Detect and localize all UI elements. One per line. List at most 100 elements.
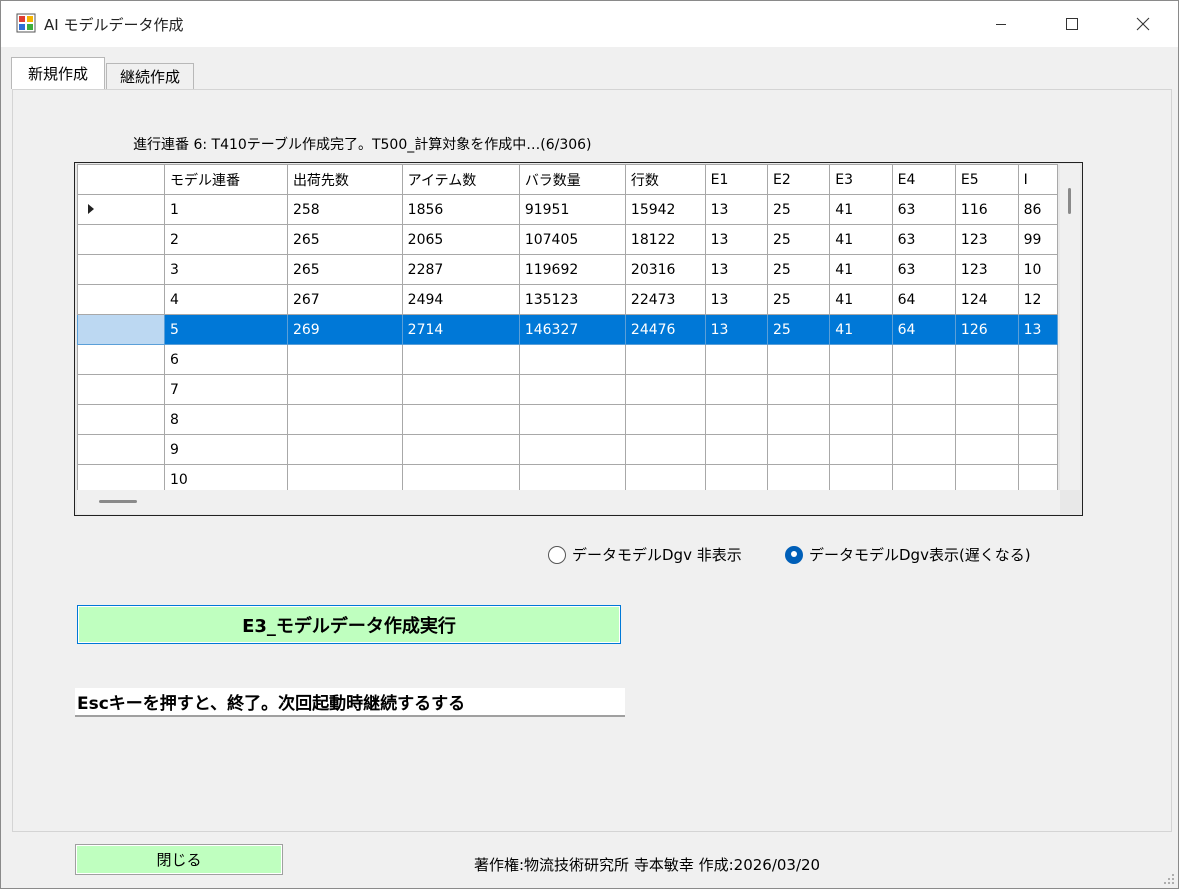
grid-cell[interactable]: 24476 bbox=[624, 314, 706, 345]
grid-cell[interactable]: 13 bbox=[704, 314, 768, 345]
grid-cell[interactable]: 107405 bbox=[518, 224, 626, 255]
grid-cell[interactable]: 13 bbox=[704, 194, 768, 225]
close-window-button[interactable] bbox=[1108, 1, 1178, 47]
grid-cell[interactable] bbox=[891, 434, 956, 465]
row-header[interactable] bbox=[77, 224, 165, 255]
grid-cell[interactable] bbox=[766, 404, 831, 435]
column-header[interactable]: 行数 bbox=[624, 164, 706, 195]
grid-cell[interactable] bbox=[766, 464, 831, 490]
row-header[interactable] bbox=[77, 434, 165, 465]
horizontal-scrollbar[interactable] bbox=[77, 490, 1060, 514]
column-header[interactable]: モデル連番 bbox=[163, 164, 288, 195]
grid-cell[interactable]: 265 bbox=[286, 224, 403, 255]
grid-cell[interactable] bbox=[954, 404, 1019, 435]
table-row[interactable]: 6 bbox=[77, 344, 1058, 375]
grid-cell[interactable] bbox=[518, 404, 626, 435]
grid-cell[interactable]: 15942 bbox=[624, 194, 706, 225]
grid-cell[interactable] bbox=[829, 374, 893, 405]
column-header[interactable]: E4 bbox=[891, 164, 956, 195]
table-row[interactable]: 7 bbox=[77, 374, 1058, 405]
grid-cell[interactable]: 116 bbox=[954, 194, 1019, 225]
radio-button-icon[interactable] bbox=[548, 545, 566, 564]
table-row[interactable]: 5 269 2714 146327 24476 13 25 41 64 126 13 bbox=[77, 314, 1058, 345]
grid-cell[interactable]: 9 bbox=[163, 434, 288, 465]
grid-cell[interactable] bbox=[518, 464, 626, 490]
vertical-scroll-thumb[interactable] bbox=[1068, 188, 1071, 214]
data-grid[interactable]: モデル連番 出荷先数 アイテム数 バラ数量 行数 E1 E2 E3 E4 E5 … bbox=[74, 162, 1083, 516]
column-header[interactable]: E1 bbox=[704, 164, 768, 195]
grid-cell[interactable] bbox=[891, 464, 956, 490]
table-row[interactable]: 2 265 2065 107405 18122 13 25 41 63 123 99 bbox=[77, 224, 1058, 255]
grid-cell[interactable] bbox=[286, 404, 403, 435]
maximize-button[interactable] bbox=[1037, 1, 1107, 47]
grid-cell[interactable]: 10 bbox=[163, 464, 288, 490]
grid-cell[interactable] bbox=[954, 464, 1019, 490]
grid-cell[interactable] bbox=[624, 464, 706, 490]
grid-cell[interactable] bbox=[766, 344, 831, 375]
grid-cell[interactable] bbox=[401, 434, 520, 465]
column-header[interactable]: バラ数量 bbox=[518, 164, 626, 195]
column-header[interactable]: E5 bbox=[954, 164, 1019, 195]
grid-cell[interactable]: 265 bbox=[286, 254, 403, 285]
grid-cell[interactable]: 123 bbox=[954, 254, 1019, 285]
grid-cell[interactable]: 41 bbox=[829, 284, 893, 315]
grid-cell[interactable]: 13 bbox=[1017, 314, 1058, 345]
grid-cell[interactable]: 13 bbox=[704, 224, 768, 255]
grid-cell[interactable]: 8 bbox=[163, 404, 288, 435]
grid-cell[interactable]: 12 bbox=[1017, 284, 1058, 315]
grid-cell[interactable] bbox=[829, 404, 893, 435]
table-row[interactable]: 4 267 2494 135123 22473 13 25 41 64 124 12 bbox=[77, 284, 1058, 315]
grid-cell[interactable]: 2065 bbox=[401, 224, 520, 255]
row-header[interactable] bbox=[77, 464, 165, 490]
grid-cell[interactable] bbox=[401, 464, 520, 490]
grid-cell[interactable]: 91951 bbox=[518, 194, 626, 225]
grid-cell[interactable] bbox=[401, 404, 520, 435]
row-header[interactable] bbox=[77, 254, 165, 285]
grid-cell[interactable]: 126 bbox=[954, 314, 1019, 345]
grid-cell[interactable]: 25 bbox=[766, 194, 831, 225]
grid-cell[interactable]: 2714 bbox=[401, 314, 520, 345]
tab-new-create[interactable]: 新規作成 bbox=[11, 57, 105, 89]
row-header[interactable] bbox=[77, 314, 165, 345]
grid-cell[interactable]: 64 bbox=[891, 314, 956, 345]
grid-cell[interactable] bbox=[829, 344, 893, 375]
grid-cell[interactable] bbox=[766, 374, 831, 405]
grid-cell[interactable] bbox=[401, 374, 520, 405]
row-header[interactable] bbox=[77, 374, 165, 405]
grid-cell[interactable] bbox=[891, 344, 956, 375]
grid-cell[interactable]: 86 bbox=[1017, 194, 1058, 225]
grid-cell[interactable]: 2287 bbox=[401, 254, 520, 285]
grid-cell[interactable] bbox=[829, 464, 893, 490]
grid-cell[interactable]: 99 bbox=[1017, 224, 1058, 255]
grid-cell[interactable] bbox=[1017, 404, 1058, 435]
radio-show-dgv[interactable]: データモデルDgv表示(遅くなる) bbox=[785, 544, 1031, 565]
grid-cell[interactable] bbox=[954, 374, 1019, 405]
table-row[interactable]: 8 bbox=[77, 404, 1058, 435]
grid-cell[interactable] bbox=[518, 344, 626, 375]
grid-cell[interactable]: 41 bbox=[829, 254, 893, 285]
grid-cell[interactable]: 64 bbox=[891, 284, 956, 315]
grid-cell[interactable]: 20316 bbox=[624, 254, 706, 285]
grid-cell[interactable]: 1856 bbox=[401, 194, 520, 225]
grid-cell[interactable]: 5 bbox=[163, 314, 288, 345]
grid-cell[interactable] bbox=[704, 434, 768, 465]
grid-cell[interactable]: 63 bbox=[891, 194, 956, 225]
grid-cell[interactable] bbox=[624, 344, 706, 375]
grid-cell[interactable] bbox=[401, 344, 520, 375]
grid-cell[interactable]: 2494 bbox=[401, 284, 520, 315]
grid-cell[interactable]: 124 bbox=[954, 284, 1019, 315]
grid-cell[interactable]: 3 bbox=[163, 254, 288, 285]
grid-cell[interactable]: 4 bbox=[163, 284, 288, 315]
grid-cell[interactable]: 63 bbox=[891, 224, 956, 255]
grid-cell[interactable]: 258 bbox=[286, 194, 403, 225]
column-header[interactable]: E3 bbox=[829, 164, 893, 195]
grid-cell[interactable]: 13 bbox=[704, 254, 768, 285]
grid-cell[interactable]: 119692 bbox=[518, 254, 626, 285]
grid-cell[interactable] bbox=[518, 434, 626, 465]
grid-cell[interactable] bbox=[891, 404, 956, 435]
table-row[interactable]: 3 265 2287 119692 20316 13 25 41 63 123 10 bbox=[77, 254, 1058, 285]
grid-cell[interactable]: 6 bbox=[163, 344, 288, 375]
grid-cell[interactable]: 146327 bbox=[518, 314, 626, 345]
grid-cell[interactable]: 135123 bbox=[518, 284, 626, 315]
grid-cell[interactable] bbox=[1017, 344, 1058, 375]
